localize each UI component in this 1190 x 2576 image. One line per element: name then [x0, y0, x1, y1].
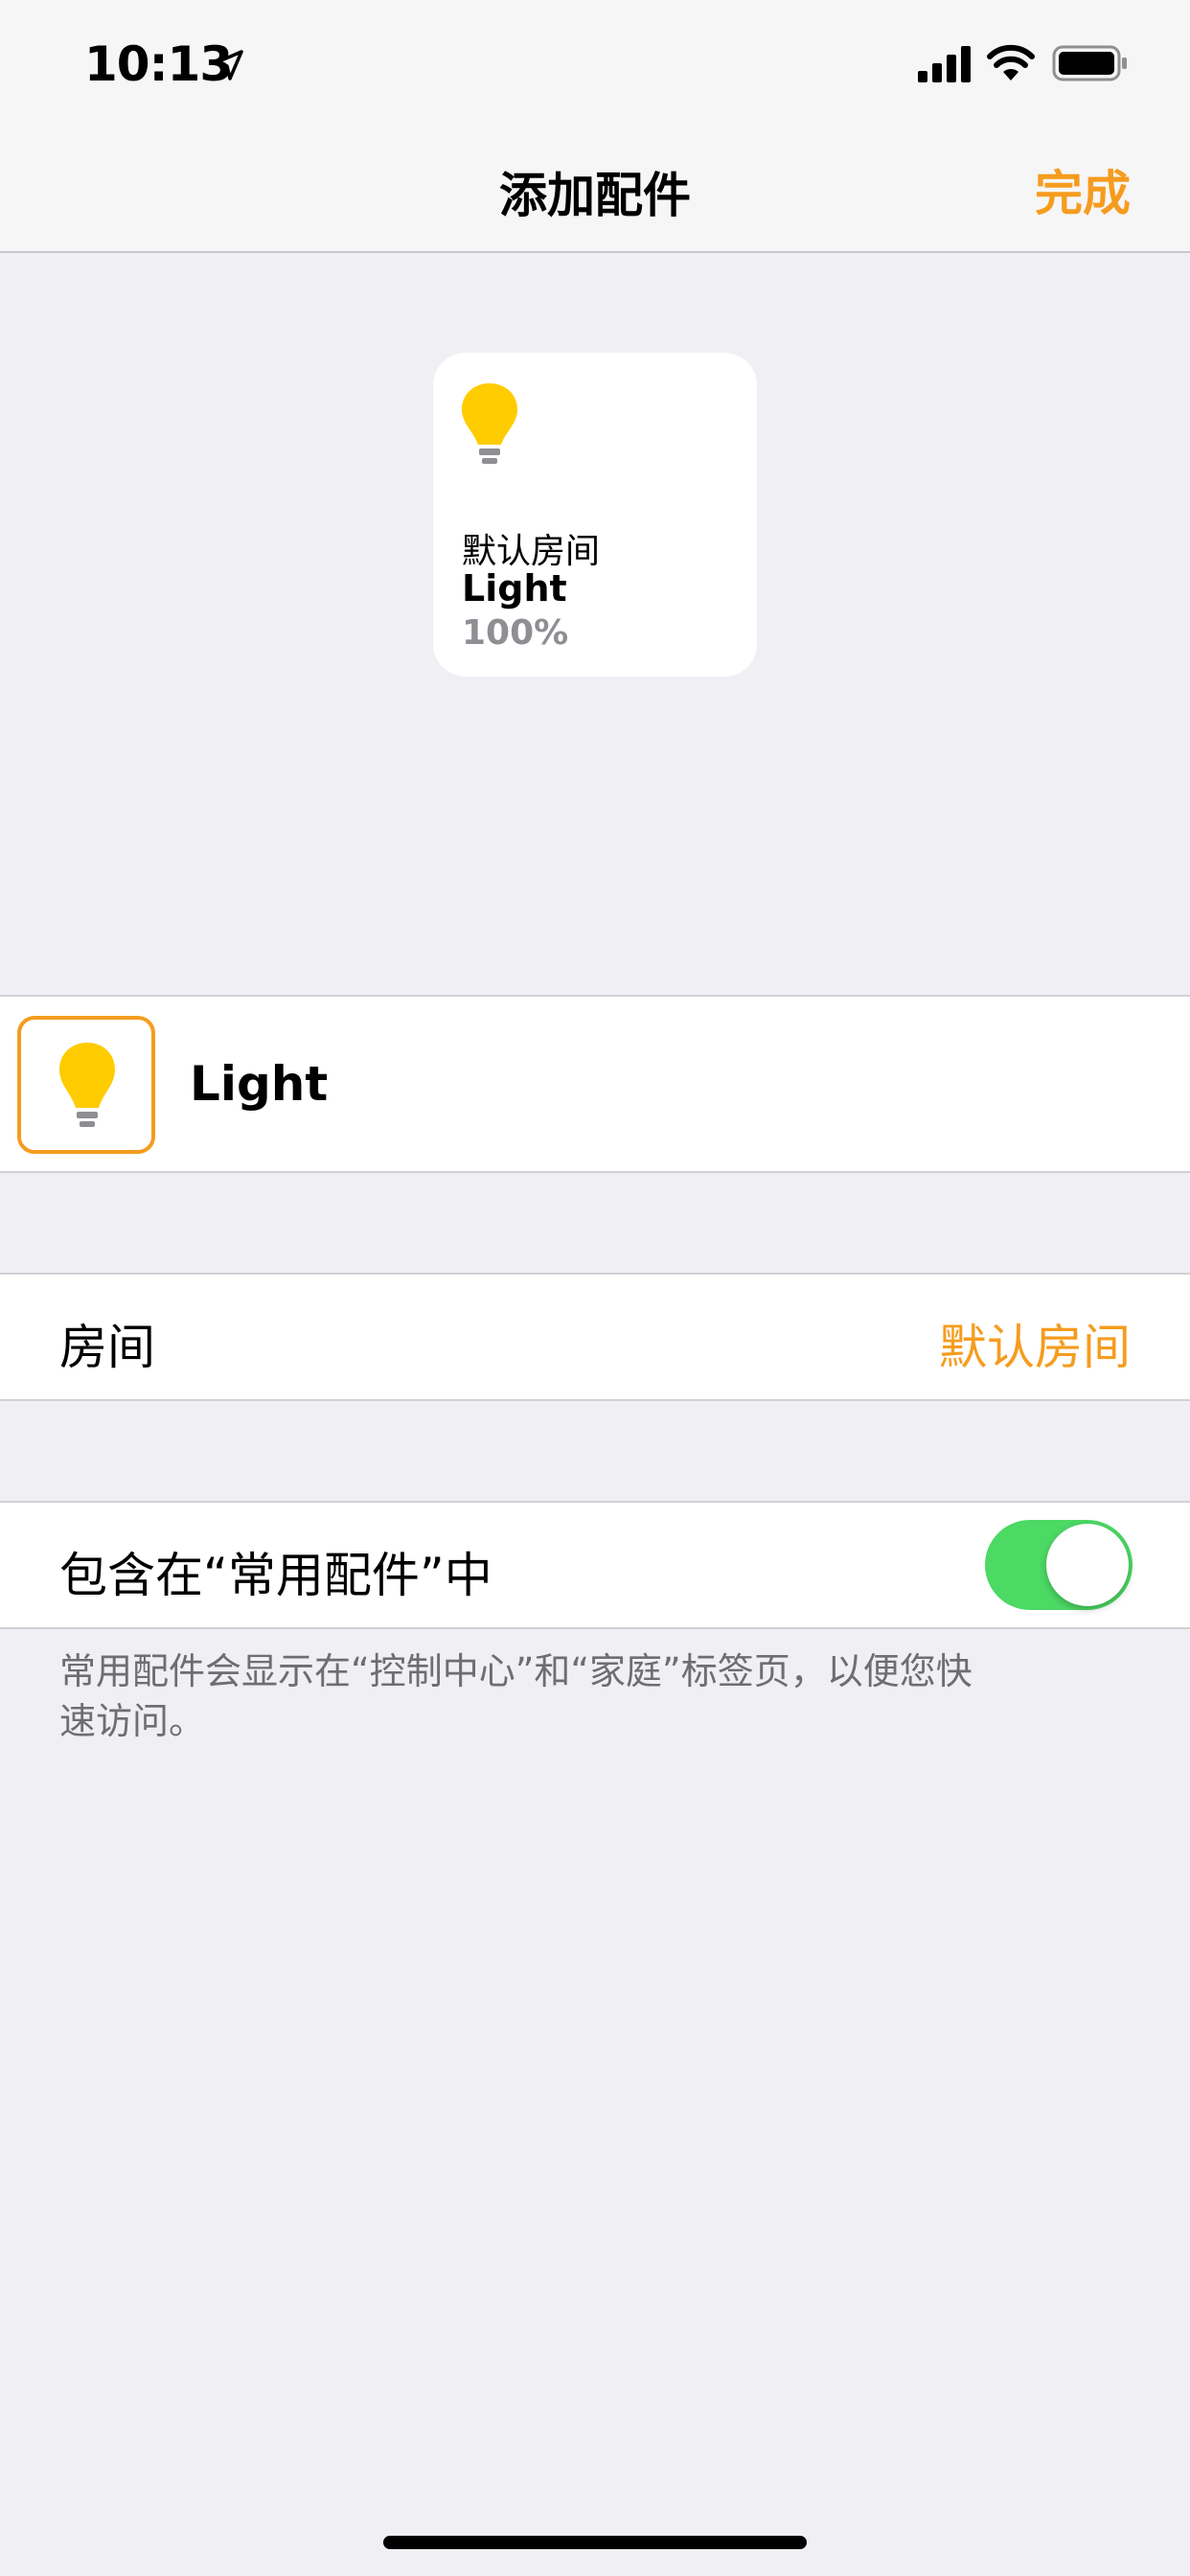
room-row[interactable]: 房间 默认房间 [0, 1273, 1190, 1401]
room-value[interactable]: 默认房间 [939, 1309, 1131, 1378]
favorites-toggle[interactable] [985, 1520, 1133, 1610]
room-label: 房间 [59, 1320, 155, 1375]
accessory-name-row[interactable]: Light [0, 995, 1190, 1173]
tile-brightness-value: 100% [462, 613, 569, 653]
favorites-footnote: 常用配件会显示在“控制中心”和“家庭”标签页，以便您快速访问。 [59, 1650, 973, 1742]
tile-accessory-name: Light [462, 567, 567, 610]
favorites-label: 包含在“常用配件”中 [59, 1548, 492, 1603]
cellular-signal-icon [918, 46, 971, 82]
status-bar: 10:13 [0, 0, 1190, 134]
accessory-name-field[interactable]: Light [190, 1056, 328, 1112]
favorites-row: 包含在“常用配件”中 [0, 1501, 1190, 1629]
battery-icon [1052, 45, 1127, 81]
wifi-icon [987, 44, 1035, 80]
light-bulb-icon [59, 1043, 115, 1127]
add-accessory-screen: 10:13 添加配件 完成 默认房间 Light 100% Light 房间 默… [0, 0, 1190, 2576]
toggle-knob [1046, 1524, 1129, 1606]
light-bulb-icon [462, 383, 517, 464]
accessory-preview-tile[interactable]: 默认房间 Light 100% [433, 353, 757, 677]
page-title: 添加配件 [499, 168, 691, 223]
home-indicator[interactable] [383, 2536, 807, 2549]
done-button[interactable]: 完成 [1035, 155, 1131, 224]
navigation-bar: 添加配件 完成 [0, 134, 1190, 253]
location-arrow-icon [213, 50, 243, 80]
tile-room-label: 默认房间 [462, 532, 601, 571]
accessory-icon-picker[interactable] [17, 1016, 155, 1154]
